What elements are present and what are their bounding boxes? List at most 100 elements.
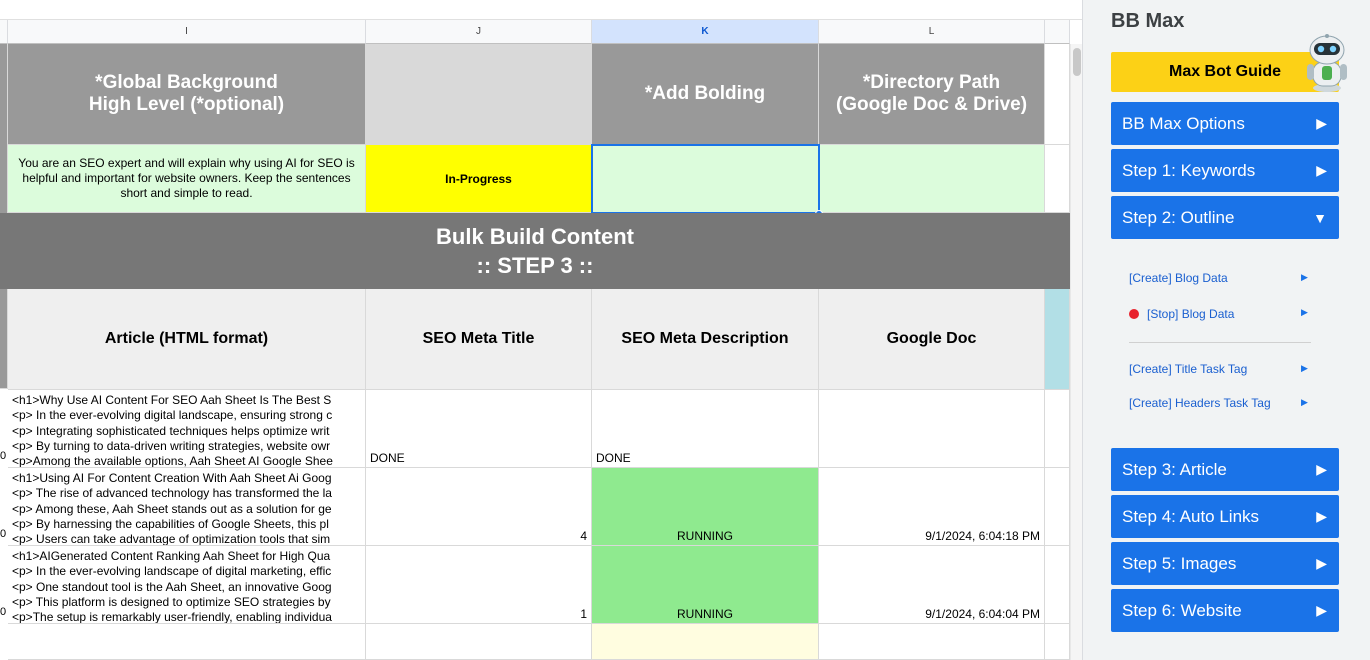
- column-header-k[interactable]: K: [592, 20, 819, 44]
- create-title-task-tag-link[interactable]: [Create] Title Task Tag: [1129, 362, 1247, 376]
- play-arrow-icon: ▶: [1316, 555, 1327, 571]
- scrollbar-thumb[interactable]: [1073, 48, 1081, 76]
- column-header-j[interactable]: J: [366, 20, 592, 44]
- empty-cell[interactable]: [366, 624, 592, 660]
- google-doc-value: 9/1/2024, 6:04:18 PM: [925, 529, 1040, 543]
- table-row-meta-title[interactable]: 4: [366, 468, 592, 546]
- article-line: <p> One standout tool is the Aah Sheet, …: [12, 579, 332, 594]
- prompt-cell[interactable]: You are an SEO expert and will explain w…: [8, 145, 366, 213]
- column-header-i[interactable]: I: [8, 20, 366, 44]
- table-row-article[interactable]: <h1>Using AI For Content Creation With A…: [8, 468, 366, 546]
- header-directory-path-line1: *Directory Path: [862, 72, 1001, 93]
- subheader-meta-description-label: SEO Meta Description: [621, 330, 789, 347]
- bulk-build-band[interactable]: Bulk Build Content :: STEP 3 ::: [0, 213, 1070, 289]
- header-global-background[interactable]: *Global Background High Level (*optional…: [8, 44, 366, 145]
- empty-cell[interactable]: [819, 624, 1045, 660]
- subheader-google-doc-label: Google Doc: [886, 330, 977, 347]
- play-arrow-icon: ▶: [1316, 508, 1327, 524]
- play-arrow-icon: ▶: [1301, 272, 1308, 282]
- column-header-m[interactable]: [1045, 20, 1070, 44]
- status-text: In-Progress: [445, 171, 512, 186]
- step-1-keywords-button[interactable]: Step 1: Keywords ▶: [1111, 149, 1339, 192]
- play-arrow-icon: ▶: [1316, 162, 1327, 178]
- row-number-stub: 0: [0, 450, 7, 462]
- row-number-stub: 0: [0, 606, 7, 618]
- article-line: <p>Among the available options, Aah Shee…: [12, 454, 333, 468]
- header-add-bolding[interactable]: *Add Bolding: [592, 44, 819, 145]
- header-directory-path-line2: (Google Doc & Drive): [835, 94, 1028, 115]
- empty-cell-m[interactable]: [1045, 468, 1070, 546]
- header-empty-j[interactable]: [366, 44, 592, 145]
- column-header-l[interactable]: L: [819, 20, 1045, 44]
- table-row-meta-title[interactable]: 1: [366, 546, 592, 624]
- empty-cell-m[interactable]: [1045, 546, 1070, 624]
- empty-cell[interactable]: [8, 624, 366, 660]
- caret-down-icon: ▼: [1313, 209, 1327, 226]
- table-row-google-doc[interactable]: [819, 390, 1045, 468]
- article-line: <p>The setup is remarkably user-friendly…: [12, 610, 332, 624]
- table-row-meta-description[interactable]: RUNNING: [592, 546, 819, 624]
- step-6-website-button[interactable]: Step 6: Website ▶: [1111, 589, 1339, 632]
- table-row-article[interactable]: <h1>Why Use AI Content For SEO Aah Sheet…: [8, 390, 366, 468]
- create-headers-task-tag-link[interactable]: [Create] Headers Task Tag: [1129, 396, 1271, 410]
- header-global-background-line2: High Level (*optional): [88, 94, 285, 115]
- table-row-meta-description[interactable]: RUNNING: [592, 468, 819, 546]
- divider: [1129, 342, 1311, 343]
- empty-cell[interactable]: [592, 624, 819, 660]
- article-line: <h1>Why Use AI Content For SEO Aah Sheet…: [12, 393, 332, 407]
- step-4-auto-links-button[interactable]: Step 4: Auto Links ▶: [1111, 495, 1339, 538]
- band-title: Bulk Build Content: [436, 224, 634, 249]
- meta-title-value: 1: [580, 607, 587, 621]
- meta-description-value: RUNNING: [677, 607, 733, 621]
- subheader-article[interactable]: Article (HTML format): [8, 289, 366, 390]
- table-row-meta-title[interactable]: DONE: [366, 390, 592, 468]
- subheader-google-doc[interactable]: Google Doc: [819, 289, 1045, 390]
- sub-item-label: [Create] Title Task Tag: [1129, 362, 1248, 376]
- sub-item-label: [Create] Blog Data: [1129, 271, 1228, 285]
- article-line: <p> Among these, Aah Sheet stands out as…: [12, 501, 332, 516]
- robot-icon: [1307, 34, 1347, 92]
- play-arrow-icon: ▶: [1301, 307, 1308, 317]
- article-line: <p> By turning to data-driven writing st…: [12, 438, 331, 453]
- article-line: <h1>AIGenerated Content Ranking Aah Shee…: [12, 549, 331, 563]
- play-arrow-icon: ▶: [1301, 363, 1308, 373]
- row-header-corner: [0, 20, 8, 44]
- header-empty-m[interactable]: [1045, 44, 1070, 145]
- step-2-outline-button[interactable]: Step 2: Outline ▼: [1111, 196, 1339, 239]
- header-directory-path[interactable]: *Directory Path (Google Doc & Drive): [819, 44, 1045, 145]
- article-line: <p> In the ever-evolving digital landsca…: [12, 408, 333, 423]
- create-blog-data-link[interactable]: [Create] Blog Data: [1129, 271, 1228, 285]
- bb-max-options-button[interactable]: BB Max Options ▶: [1111, 102, 1339, 145]
- red-dot-icon: [1129, 309, 1139, 319]
- stop-blog-data-link[interactable]: [Stop] Blog Data: [1129, 307, 1234, 321]
- subheader-meta-title[interactable]: SEO Meta Title: [366, 289, 592, 390]
- article-line: <p> Integrating sophisticated techniques…: [12, 423, 330, 438]
- subheader-teal-cell[interactable]: [1045, 289, 1070, 390]
- vertical-scrollbar[interactable]: [1070, 44, 1082, 660]
- empty-cell-m[interactable]: [1045, 145, 1070, 213]
- sub-item-label: [Create] Headers Task Tag: [1129, 396, 1271, 410]
- article-line: <p> The rise of advanced technology has …: [12, 486, 332, 501]
- step-label: BB Max Options: [1122, 113, 1245, 133]
- article-line: <p> In the ever-evolving landscape of di…: [12, 564, 332, 579]
- max-bot-guide-label: Max Bot Guide: [1168, 63, 1281, 80]
- meta-title-value: DONE: [370, 451, 405, 465]
- empty-cell-m[interactable]: [1045, 390, 1070, 468]
- table-row-article[interactable]: <h1>AIGenerated Content Ranking Aah Shee…: [8, 546, 366, 624]
- spreadsheet-grid[interactable]: I J K L *Global Background High Level (*…: [0, 0, 1082, 660]
- table-row-google-doc[interactable]: 9/1/2024, 6:04:18 PM: [819, 468, 1045, 546]
- article-line: <p> This platform is designed to optimiz…: [12, 594, 331, 609]
- status-cell[interactable]: In-Progress: [366, 145, 592, 213]
- directory-cell[interactable]: [819, 145, 1045, 213]
- step-label: Step 2: Outline: [1122, 207, 1235, 227]
- subheader-article-label: Article (HTML format): [104, 330, 269, 347]
- panel-title: BB Max: [1111, 10, 1185, 32]
- step-5-images-button[interactable]: Step 5: Images ▶: [1111, 542, 1339, 585]
- subheader-meta-description[interactable]: SEO Meta Description: [592, 289, 819, 390]
- empty-cell[interactable]: [1045, 624, 1070, 660]
- step-3-article-button[interactable]: Step 3: Article ▶: [1111, 448, 1339, 491]
- table-row-meta-description[interactable]: DONE: [592, 390, 819, 468]
- table-row-google-doc[interactable]: 9/1/2024, 6:04:04 PM: [819, 546, 1045, 624]
- article-line: <p> Users can take advantage of optimiza…: [12, 532, 331, 546]
- meta-title-value: 4: [580, 529, 587, 543]
